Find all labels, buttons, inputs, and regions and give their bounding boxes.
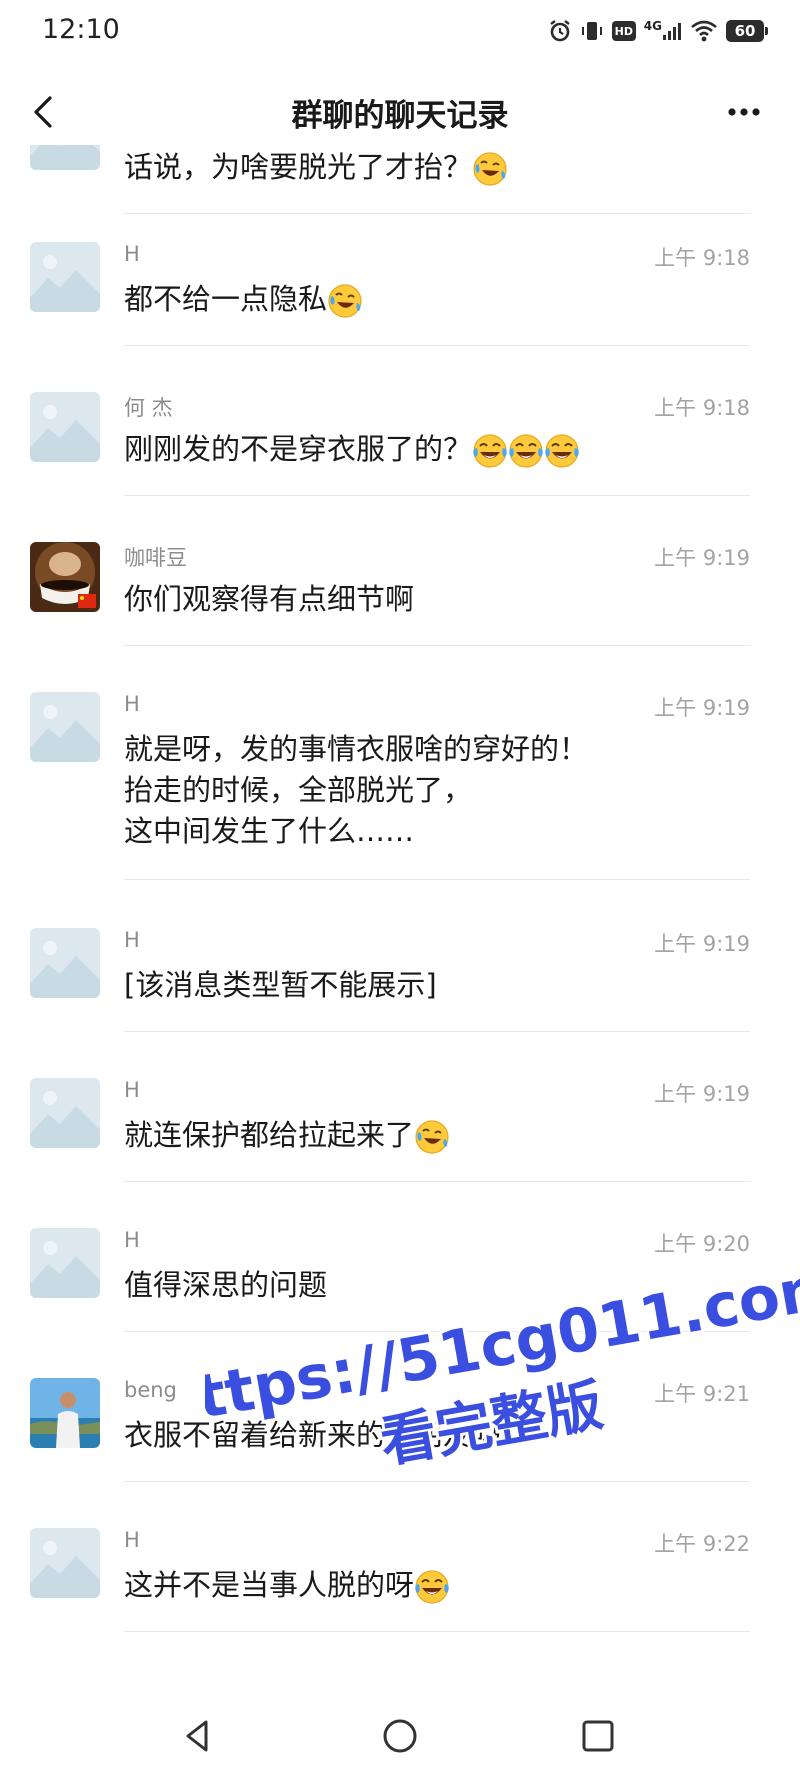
avatar[interactable] [30, 1528, 100, 1598]
divider [124, 645, 750, 646]
sender-name: H [124, 692, 140, 716]
divider [124, 1031, 750, 1032]
nav-home-icon [383, 1719, 417, 1753]
avatar-photo[interactable] [30, 1378, 100, 1448]
sender-name: 咖啡豆 [124, 546, 187, 570]
nav-recents-button[interactable] [576, 1714, 620, 1758]
emoji-joy-icon [414, 1569, 450, 1605]
emoji-laugh-cry-icon [414, 1119, 450, 1155]
page-title: 群聊的聊天记录 [291, 98, 509, 134]
message-text: 这并不是当事人脱的呀 [124, 1565, 764, 1606]
divider [124, 1631, 750, 1632]
emoji-joy-icon [544, 433, 580, 469]
avatar[interactable] [30, 392, 100, 462]
message-text: 衣服不留着给新来的女朋友吗 [124, 1418, 502, 1452]
alarm-icon [550, 20, 570, 42]
message-time: 上午 9:20 [654, 1232, 750, 1256]
message-time: 上午 9:21 [654, 1382, 750, 1406]
message-text: [该消息类型暂不能展示] [124, 968, 437, 1002]
more-dots-icon [728, 108, 760, 116]
divider [124, 213, 750, 214]
avatar[interactable] [30, 145, 100, 170]
message-text: 刚刚发的不是穿衣服了的？ [124, 429, 764, 470]
nav-back-button[interactable] [176, 1714, 220, 1758]
divider [124, 1481, 750, 1482]
message-text: 你们观察得有点细节啊 [124, 582, 415, 616]
emoji-laugh-cry-icon [327, 283, 363, 319]
nav-back-icon [186, 1720, 208, 1752]
status-time: 12:10 [42, 14, 120, 45]
emoji-joy-icon [508, 433, 544, 469]
sender-name: H [124, 1228, 140, 1252]
nav-recents-icon [582, 1720, 614, 1752]
divider [124, 495, 750, 496]
navigation-bar [0, 1684, 800, 1784]
divider [124, 1331, 750, 1332]
vibrate-icon [581, 22, 602, 40]
sender-name: H [124, 928, 140, 952]
message-time: 上午 9:19 [654, 1082, 750, 1106]
message-time: 上午 9:19 [654, 546, 750, 570]
message-time: 上午 9:22 [654, 1532, 750, 1556]
status-bar: 12:10 HD 4G 60 [0, 0, 800, 62]
emoji-joy-icon [472, 433, 508, 469]
message-time: 上午 9:18 [654, 246, 750, 270]
sender-name: H [124, 1528, 140, 1552]
nav-home-button[interactable] [378, 1714, 422, 1758]
message-text: 值得深思的问题 [124, 1268, 328, 1302]
avatar[interactable] [30, 928, 100, 998]
message-list[interactable]: 话说，为啥要脱光了才抬？ H 上午 9:18 都不给一点隐私 何 杰 上午 9:… [0, 145, 800, 1655]
sender-name: H [124, 1078, 140, 1102]
avatar[interactable] [30, 1228, 100, 1298]
divider [124, 345, 750, 346]
battery-icon: 60 [726, 20, 768, 42]
avatar-coffee[interactable] [30, 542, 100, 612]
signal-icon [663, 23, 681, 40]
sender-name: H [124, 242, 140, 266]
sender-name: beng [124, 1378, 177, 1402]
more-button[interactable] [712, 84, 776, 140]
message-time: 上午 9:19 [654, 696, 750, 720]
avatar[interactable] [30, 1078, 100, 1148]
cell-signal: 4G [643, 19, 682, 41]
divider [124, 1181, 750, 1182]
avatar[interactable] [30, 692, 100, 762]
status-icons: HD 4G 60 [548, 16, 768, 46]
divider [124, 879, 750, 880]
message-text: 话说，为啥要脱光了才抬？ [124, 147, 764, 188]
emoji-laugh-cry-icon [472, 151, 508, 187]
message-text: 就是呀，发的事情衣服啥的穿好的！ 抬走的时候，全部脱光了， 这中间发生了什么…… [124, 732, 589, 848]
wifi-icon [691, 20, 717, 42]
sender-name: 何 杰 [124, 396, 173, 420]
avatar[interactable] [30, 242, 100, 312]
message-text: 就连保护都给拉起来了 [124, 1115, 764, 1156]
network-type: 4G [643, 19, 662, 33]
message-time: 上午 9:19 [654, 932, 750, 956]
hd-badge: HD [611, 21, 636, 41]
message-time: 上午 9:18 [654, 396, 750, 420]
message-text: 都不给一点隐私 [124, 279, 764, 320]
